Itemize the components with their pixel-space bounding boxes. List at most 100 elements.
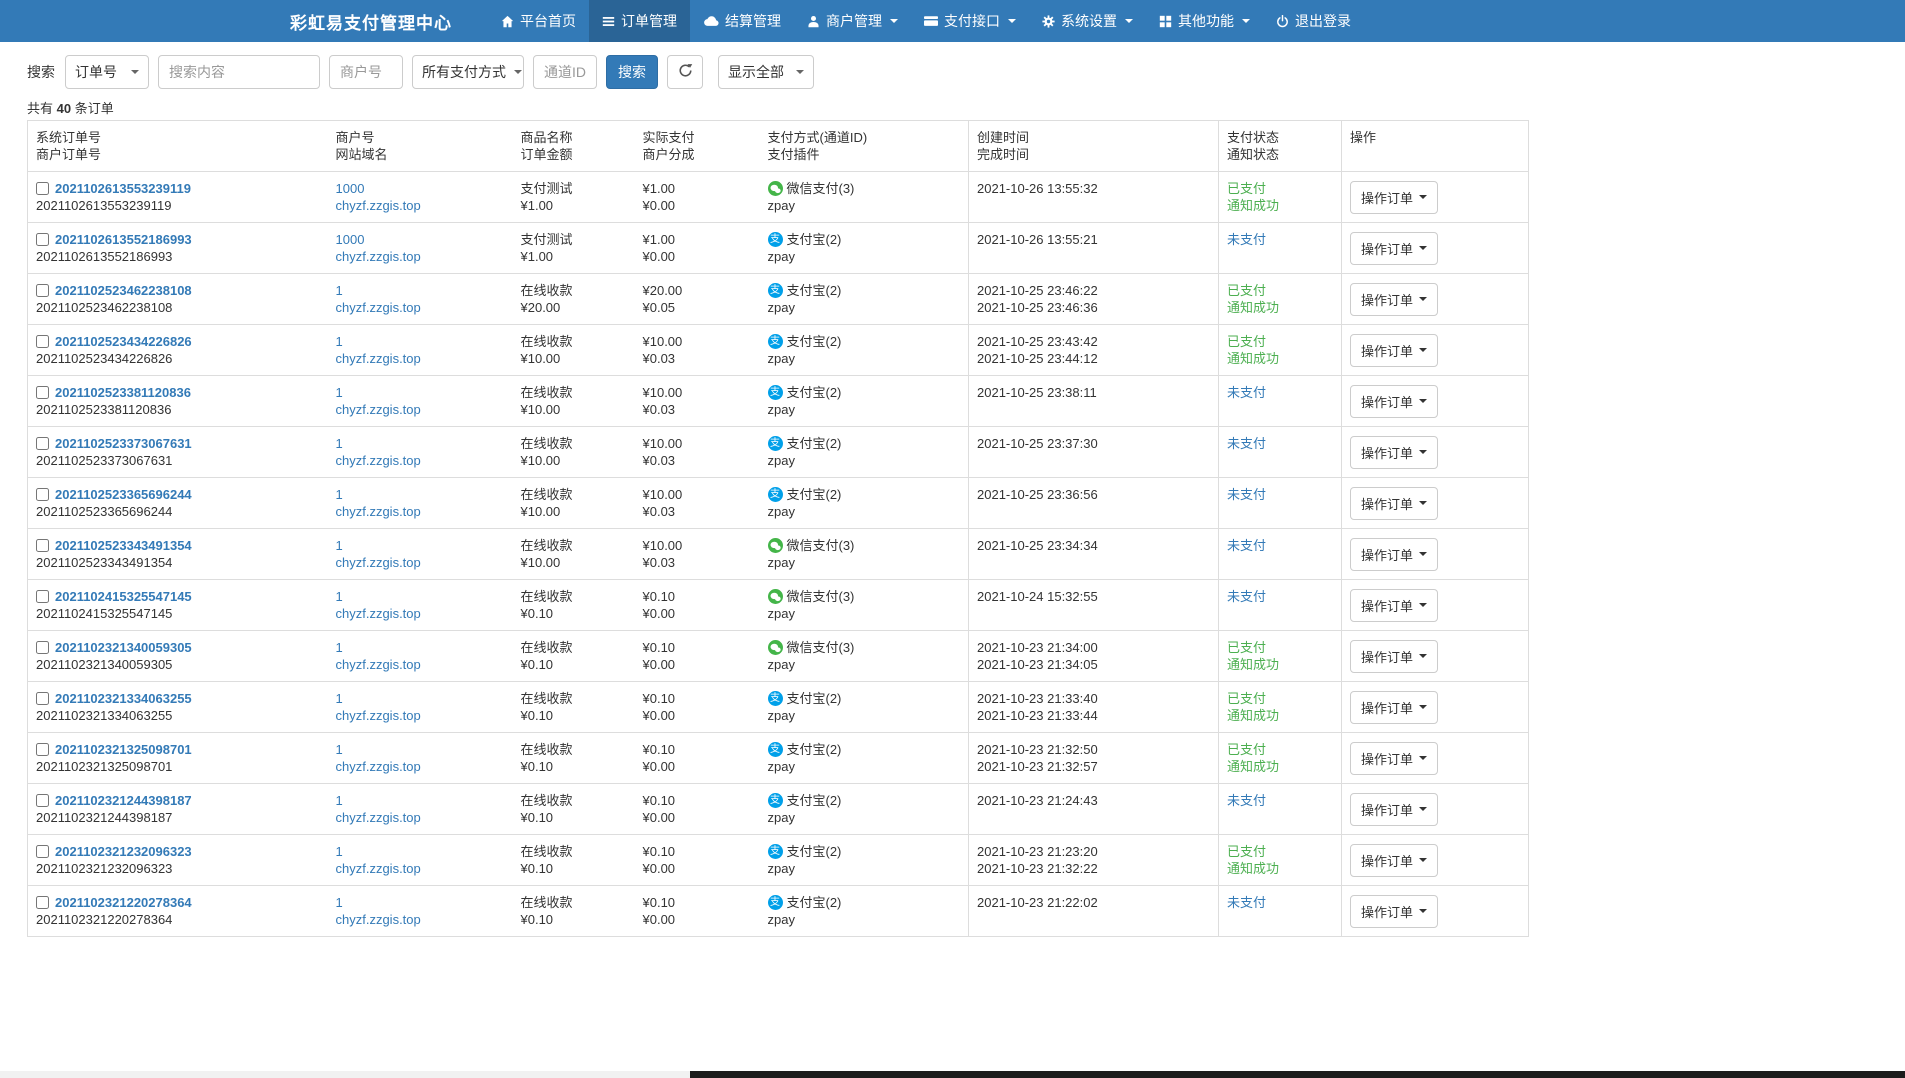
site-domain-link[interactable]: chyzf.zzgis.top [336, 350, 421, 367]
site-domain-link[interactable]: chyzf.zzgis.top [336, 656, 421, 673]
row-checkbox[interactable] [36, 182, 49, 195]
nav-item-home[interactable]: 平台首页 [488, 0, 589, 42]
site-domain-link[interactable]: chyzf.zzgis.top [336, 197, 421, 214]
merchant-id-link[interactable]: 1 [336, 894, 343, 911]
row-checkbox[interactable] [36, 590, 49, 603]
merchant-id-link[interactable]: 1 [336, 843, 343, 860]
order-actions-button[interactable]: 操作订单 [1350, 181, 1438, 214]
row-checkbox[interactable] [36, 539, 49, 552]
merchant-id-link[interactable]: 1 [336, 741, 343, 758]
nav-item-other[interactable]: 其他功能 [1146, 0, 1263, 42]
payment-amount-cell: ¥0.10¥0.00 [635, 886, 760, 937]
display-filter-select[interactable]: 显示全部 [718, 55, 814, 89]
merchant-id-link[interactable]: 1 [336, 435, 343, 452]
site-domain-link[interactable]: chyzf.zzgis.top [336, 452, 421, 469]
system-order-link[interactable]: 2021102321340059305 [55, 639, 192, 656]
site-domain-link[interactable]: chyzf.zzgis.top [336, 401, 421, 418]
system-order-link[interactable]: 2021102523365696244 [55, 486, 192, 503]
row-checkbox[interactable] [36, 335, 49, 348]
system-order-link[interactable]: 2021102321334063255 [55, 690, 192, 707]
site-domain-link[interactable]: chyzf.zzgis.top [336, 911, 421, 928]
order-actions-button[interactable]: 操作订单 [1350, 742, 1438, 775]
system-order-link[interactable]: 2021102523462238108 [55, 282, 192, 299]
merchant-cell: 1chyzf.zzgis.top [328, 682, 513, 733]
nav-item-orders[interactable]: 订单管理 [589, 0, 690, 42]
paid-amount: ¥0.10 [643, 741, 676, 758]
channel-id-input[interactable] [533, 55, 597, 89]
merchant-id-link[interactable]: 1 [336, 639, 343, 656]
site-domain-link[interactable]: chyzf.zzgis.top [336, 707, 421, 724]
system-order-link[interactable]: 2021102321325098701 [55, 741, 192, 758]
nav-item-merchants[interactable]: 商户管理 [794, 0, 911, 42]
row-checkbox[interactable] [36, 845, 49, 858]
merchant-id-link[interactable]: 1 [336, 333, 343, 350]
site-domain-link[interactable]: chyzf.zzgis.top [336, 605, 421, 622]
system-order-link[interactable]: 2021102613553239119 [55, 180, 191, 197]
system-order-link[interactable]: 2021102523343491354 [55, 537, 192, 554]
row-checkbox[interactable] [36, 641, 49, 654]
row-checkbox[interactable] [36, 284, 49, 297]
nav-item-pay-api[interactable]: 支付接口 [911, 0, 1029, 42]
search-keyword-input[interactable] [158, 55, 320, 89]
order-actions-button[interactable]: 操作订单 [1350, 334, 1438, 367]
merchant-id-link[interactable]: 1 [336, 486, 343, 503]
nav-item-logout[interactable]: 退出登录 [1263, 0, 1364, 42]
merchant-id-input[interactable] [329, 55, 403, 89]
system-order-link[interactable]: 2021102523434226826 [55, 333, 192, 350]
site-domain-link[interactable]: chyzf.zzgis.top [336, 809, 421, 826]
row-checkbox[interactable] [36, 794, 49, 807]
row-checkbox[interactable] [36, 692, 49, 705]
pay-method-name: 微信支付(3) [787, 639, 855, 656]
order-actions-button[interactable]: 操作订单 [1350, 385, 1438, 418]
nav-item-settlement[interactable]: 结算管理 [690, 0, 794, 42]
system-order-link[interactable]: 2021102415325547145 [55, 588, 192, 605]
site-domain-link[interactable]: chyzf.zzgis.top [336, 299, 421, 316]
merchant-id-link[interactable]: 1 [336, 792, 343, 809]
row-checkbox[interactable] [36, 386, 49, 399]
merchant-id-link[interactable]: 1 [336, 588, 343, 605]
site-domain-link[interactable]: chyzf.zzgis.top [336, 248, 421, 265]
order-actions-button[interactable]: 操作订单 [1350, 283, 1438, 316]
site-domain-link[interactable]: chyzf.zzgis.top [336, 503, 421, 520]
merchant-id-link[interactable]: 1 [336, 282, 343, 299]
order-actions-button[interactable]: 操作订单 [1350, 436, 1438, 469]
refresh-icon [678, 63, 693, 81]
refresh-button[interactable] [667, 55, 703, 89]
order-actions-button[interactable]: 操作订单 [1350, 538, 1438, 571]
order-actions-button[interactable]: 操作订单 [1350, 589, 1438, 622]
order-actions-button[interactable]: 操作订单 [1350, 640, 1438, 673]
row-checkbox[interactable] [36, 437, 49, 450]
row-checkbox[interactable] [36, 488, 49, 501]
row-checkbox[interactable] [36, 743, 49, 756]
merchant-id-link[interactable]: 1 [336, 690, 343, 707]
order-type-select[interactable]: 订单号 [65, 55, 149, 89]
order-actions-button[interactable]: 操作订单 [1350, 895, 1438, 928]
row-checkbox[interactable] [36, 233, 49, 246]
system-order-link[interactable]: 2021102321232096323 [55, 843, 192, 860]
order-actions-button[interactable]: 操作订单 [1350, 232, 1438, 265]
merchant-id-link[interactable]: 1000 [336, 180, 365, 197]
order-actions-button[interactable]: 操作订单 [1350, 844, 1438, 877]
order-actions-button[interactable]: 操作订单 [1350, 793, 1438, 826]
site-domain-link[interactable]: chyzf.zzgis.top [336, 758, 421, 775]
system-order-link[interactable]: 2021102321220278364 [55, 894, 192, 911]
order-actions-button[interactable]: 操作订单 [1350, 691, 1438, 724]
horizontal-scrollbar[interactable] [0, 1071, 1905, 1078]
row-checkbox[interactable] [36, 896, 49, 909]
pay-method-select[interactable]: 所有支付方式 [412, 55, 524, 89]
site-domain-link[interactable]: chyzf.zzgis.top [336, 554, 421, 571]
nav-item-settings[interactable]: 系统设置 [1029, 0, 1146, 42]
system-order-link[interactable]: 2021102613552186993 [55, 231, 192, 248]
system-order-link[interactable]: 2021102523373067631 [55, 435, 192, 452]
order-actions-button[interactable]: 操作订单 [1350, 487, 1438, 520]
system-order-link[interactable]: 2021102523381120836 [55, 384, 191, 401]
created-time: 2021-10-23 21:33:40 [977, 690, 1098, 707]
system-order-link[interactable]: 2021102321244398187 [55, 792, 192, 809]
search-button[interactable]: 搜索 [606, 55, 658, 89]
pay-plugin: zpay [768, 299, 795, 316]
merchant-id-link[interactable]: 1 [336, 384, 343, 401]
scrollbar-thumb[interactable] [690, 1071, 1905, 1078]
site-domain-link[interactable]: chyzf.zzgis.top [336, 860, 421, 877]
merchant-id-link[interactable]: 1000 [336, 231, 365, 248]
merchant-id-link[interactable]: 1 [336, 537, 343, 554]
